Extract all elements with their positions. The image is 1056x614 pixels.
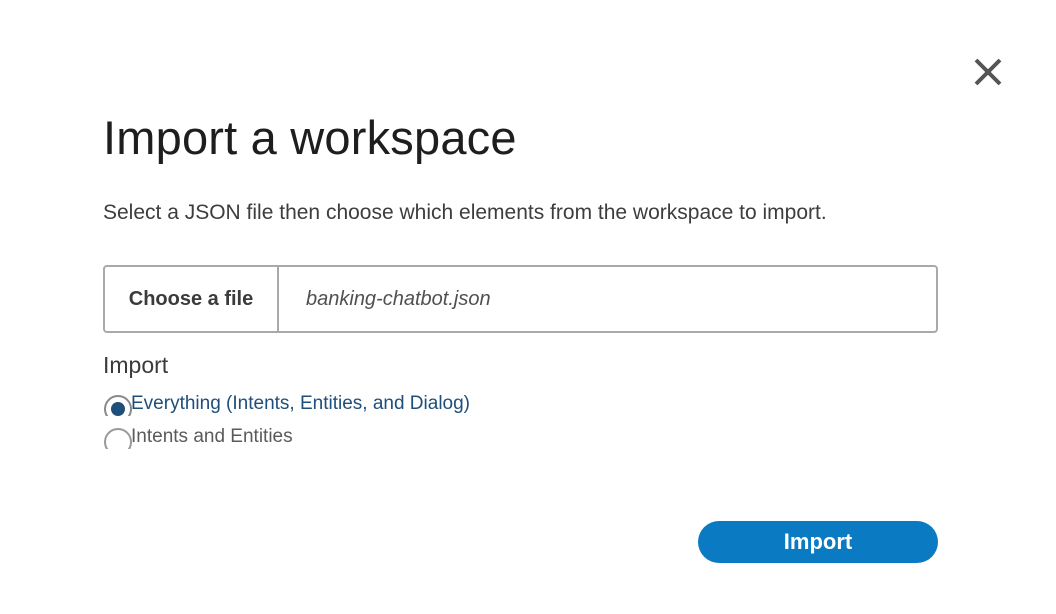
radio-label-everything: Everything (Intents, Entities, and Dialo… [131,393,471,414]
dialog-title: Import a workspace [103,111,517,164]
radio-label-intents-entities: Intents and Entities [131,426,293,447]
dialog-description: Select a JSON file then choose which ele… [103,201,827,224]
choose-file-button[interactable]: Choose a file [105,267,279,331]
radio-option-everything[interactable]: Everything (Intents, Entities, and Dialo… [103,392,470,416]
import-options-label: Import [103,352,169,378]
radio-button-selected-icon[interactable] [103,392,133,416]
file-picker: Choose a file banking-chatbot.json [103,265,938,333]
radio-option-intents-entities[interactable]: Intents and Entities [103,425,293,449]
close-button[interactable] [968,52,1008,92]
import-workspace-dialog: Import a workspace Select a JSON file th… [0,0,1056,614]
close-icon [974,58,1002,86]
import-button[interactable]: Import [698,521,938,563]
radio-button-unselected-icon[interactable] [103,425,133,449]
selected-file-name: banking-chatbot.json [306,287,491,310]
